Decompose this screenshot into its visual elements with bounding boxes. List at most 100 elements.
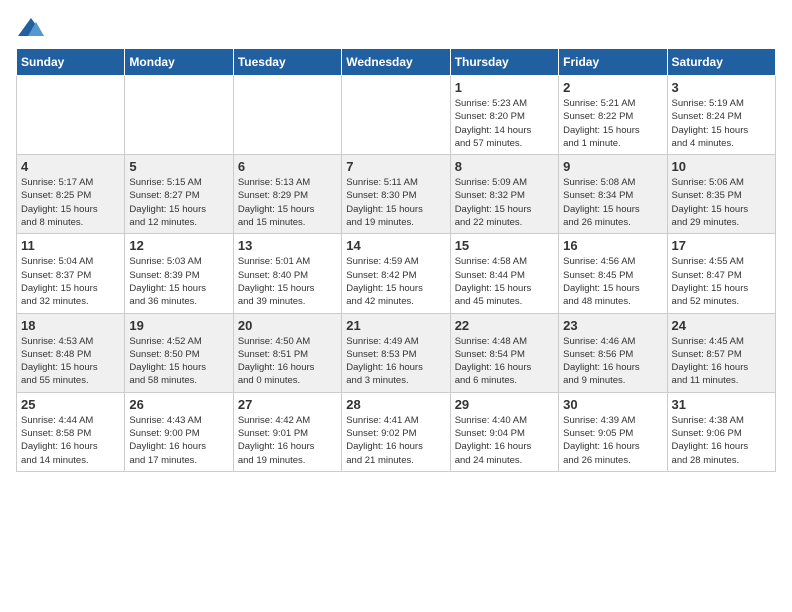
day-number: 30 <box>563 397 662 412</box>
day-number: 27 <box>238 397 337 412</box>
day-number: 10 <box>672 159 771 174</box>
day-info: Sunrise: 4:55 AM Sunset: 8:47 PM Dayligh… <box>672 255 771 308</box>
day-number: 24 <box>672 318 771 333</box>
day-info: Sunrise: 4:40 AM Sunset: 9:04 PM Dayligh… <box>455 414 554 467</box>
day-info: Sunrise: 5:09 AM Sunset: 8:32 PM Dayligh… <box>455 176 554 229</box>
day-number: 14 <box>346 238 445 253</box>
calendar-cell <box>17 76 125 155</box>
calendar-cell: 27 Sunrise: 4:42 AM Sunset: 9:01 PM Dayli… <box>233 392 341 471</box>
page-header <box>16 16 776 40</box>
day-info: Sunrise: 5:04 AM Sunset: 8:37 PM Dayligh… <box>21 255 120 308</box>
day-number: 21 <box>346 318 445 333</box>
day-info: Sunrise: 4:42 AM Sunset: 9:01 PM Dayligh… <box>238 414 337 467</box>
weekday-header-wednesday: Wednesday <box>342 49 450 76</box>
calendar-table: SundayMondayTuesdayWednesdayThursdayFrid… <box>16 48 776 472</box>
calendar-cell: 18 Sunrise: 4:53 AM Sunset: 8:48 PM Dayli… <box>17 313 125 392</box>
day-info: Sunrise: 5:15 AM Sunset: 8:27 PM Dayligh… <box>129 176 228 229</box>
day-info: Sunrise: 5:01 AM Sunset: 8:40 PM Dayligh… <box>238 255 337 308</box>
day-number: 1 <box>455 80 554 95</box>
day-info: Sunrise: 5:08 AM Sunset: 8:34 PM Dayligh… <box>563 176 662 229</box>
day-number: 12 <box>129 238 228 253</box>
day-info: Sunrise: 4:56 AM Sunset: 8:45 PM Dayligh… <box>563 255 662 308</box>
day-info: Sunrise: 4:45 AM Sunset: 8:57 PM Dayligh… <box>672 335 771 388</box>
day-info: Sunrise: 5:06 AM Sunset: 8:35 PM Dayligh… <box>672 176 771 229</box>
day-number: 26 <box>129 397 228 412</box>
calendar-cell: 8 Sunrise: 5:09 AM Sunset: 8:32 PM Daylig… <box>450 155 558 234</box>
weekday-header-tuesday: Tuesday <box>233 49 341 76</box>
day-info: Sunrise: 5:23 AM Sunset: 8:20 PM Dayligh… <box>455 97 554 150</box>
day-info: Sunrise: 5:19 AM Sunset: 8:24 PM Dayligh… <box>672 97 771 150</box>
calendar-cell <box>233 76 341 155</box>
calendar-cell: 14 Sunrise: 4:59 AM Sunset: 8:42 PM Dayli… <box>342 234 450 313</box>
day-number: 16 <box>563 238 662 253</box>
day-info: Sunrise: 4:50 AM Sunset: 8:51 PM Dayligh… <box>238 335 337 388</box>
logo <box>16 16 50 40</box>
day-number: 18 <box>21 318 120 333</box>
day-info: Sunrise: 4:48 AM Sunset: 8:54 PM Dayligh… <box>455 335 554 388</box>
weekday-header-monday: Monday <box>125 49 233 76</box>
day-number: 11 <box>21 238 120 253</box>
weekday-header-saturday: Saturday <box>667 49 775 76</box>
day-number: 28 <box>346 397 445 412</box>
day-info: Sunrise: 4:39 AM Sunset: 9:05 PM Dayligh… <box>563 414 662 467</box>
day-info: Sunrise: 4:53 AM Sunset: 8:48 PM Dayligh… <box>21 335 120 388</box>
calendar-cell: 5 Sunrise: 5:15 AM Sunset: 8:27 PM Daylig… <box>125 155 233 234</box>
day-number: 7 <box>346 159 445 174</box>
calendar-cell: 24 Sunrise: 4:45 AM Sunset: 8:57 PM Dayli… <box>667 313 775 392</box>
day-info: Sunrise: 4:59 AM Sunset: 8:42 PM Dayligh… <box>346 255 445 308</box>
calendar-cell <box>125 76 233 155</box>
day-number: 3 <box>672 80 771 95</box>
day-info: Sunrise: 4:52 AM Sunset: 8:50 PM Dayligh… <box>129 335 228 388</box>
day-number: 23 <box>563 318 662 333</box>
calendar-cell: 30 Sunrise: 4:39 AM Sunset: 9:05 PM Dayli… <box>559 392 667 471</box>
day-info: Sunrise: 5:03 AM Sunset: 8:39 PM Dayligh… <box>129 255 228 308</box>
calendar-cell: 6Sunrise: 5:13 AM Sunset: 8:29 PM Daylig… <box>233 155 341 234</box>
calendar-cell: 4Sunrise: 5:17 AM Sunset: 8:25 PM Daylig… <box>17 155 125 234</box>
calendar-cell: 9 Sunrise: 5:08 AM Sunset: 8:34 PM Daylig… <box>559 155 667 234</box>
day-info: Sunrise: 4:44 AM Sunset: 8:58 PM Dayligh… <box>21 414 120 467</box>
calendar-cell: 28 Sunrise: 4:41 AM Sunset: 9:02 PM Dayli… <box>342 392 450 471</box>
day-number: 15 <box>455 238 554 253</box>
weekday-header-sunday: Sunday <box>17 49 125 76</box>
day-number: 13 <box>238 238 337 253</box>
calendar-cell: 11 Sunrise: 5:04 AM Sunset: 8:37 PM Dayli… <box>17 234 125 313</box>
day-info: Sunrise: 4:46 AM Sunset: 8:56 PM Dayligh… <box>563 335 662 388</box>
day-info: Sunrise: 5:13 AM Sunset: 8:29 PM Dayligh… <box>238 176 337 229</box>
calendar-cell: 23 Sunrise: 4:46 AM Sunset: 8:56 PM Dayli… <box>559 313 667 392</box>
day-number: 5 <box>129 159 228 174</box>
calendar-cell: 22 Sunrise: 4:48 AM Sunset: 8:54 PM Dayli… <box>450 313 558 392</box>
calendar-cell: 2 Sunrise: 5:21 AM Sunset: 8:22 PM Daylig… <box>559 76 667 155</box>
day-number: 8 <box>455 159 554 174</box>
day-info: Sunrise: 5:21 AM Sunset: 8:22 PM Dayligh… <box>563 97 662 150</box>
weekday-header-thursday: Thursday <box>450 49 558 76</box>
day-info: Sunrise: 4:49 AM Sunset: 8:53 PM Dayligh… <box>346 335 445 388</box>
calendar-cell: 15 Sunrise: 4:58 AM Sunset: 8:44 PM Dayli… <box>450 234 558 313</box>
day-number: 22 <box>455 318 554 333</box>
calendar-cell: 20Sunrise: 4:50 AM Sunset: 8:51 PM Dayli… <box>233 313 341 392</box>
day-info: Sunrise: 5:17 AM Sunset: 8:25 PM Dayligh… <box>21 176 120 229</box>
day-info: Sunrise: 4:38 AM Sunset: 9:06 PM Dayligh… <box>672 414 771 467</box>
day-number: 2 <box>563 80 662 95</box>
calendar-cell: 13 Sunrise: 5:01 AM Sunset: 8:40 PM Dayli… <box>233 234 341 313</box>
calendar-cell: 29 Sunrise: 4:40 AM Sunset: 9:04 PM Dayli… <box>450 392 558 471</box>
day-number: 25 <box>21 397 120 412</box>
day-number: 9 <box>563 159 662 174</box>
calendar-cell: 16 Sunrise: 4:56 AM Sunset: 8:45 PM Dayli… <box>559 234 667 313</box>
calendar-cell: 7 Sunrise: 5:11 AM Sunset: 8:30 PM Daylig… <box>342 155 450 234</box>
calendar-cell: 25 Sunrise: 4:44 AM Sunset: 8:58 PM Dayli… <box>17 392 125 471</box>
calendar-cell: 12 Sunrise: 5:03 AM Sunset: 8:39 PM Dayli… <box>125 234 233 313</box>
day-info: Sunrise: 4:41 AM Sunset: 9:02 PM Dayligh… <box>346 414 445 467</box>
logo-icon <box>16 16 46 40</box>
day-number: 17 <box>672 238 771 253</box>
calendar-cell: 26 Sunrise: 4:43 AM Sunset: 9:00 PM Dayli… <box>125 392 233 471</box>
day-number: 31 <box>672 397 771 412</box>
day-info: Sunrise: 4:43 AM Sunset: 9:00 PM Dayligh… <box>129 414 228 467</box>
day-number: 29 <box>455 397 554 412</box>
calendar-cell: 3 Sunrise: 5:19 AM Sunset: 8:24 PM Daylig… <box>667 76 775 155</box>
calendar-cell: 21 Sunrise: 4:49 AM Sunset: 8:53 PM Dayli… <box>342 313 450 392</box>
day-info: Sunrise: 4:58 AM Sunset: 8:44 PM Dayligh… <box>455 255 554 308</box>
calendar-cell <box>342 76 450 155</box>
day-info: Sunrise: 5:11 AM Sunset: 8:30 PM Dayligh… <box>346 176 445 229</box>
calendar-cell: 10 Sunrise: 5:06 AM Sunset: 8:35 PM Dayli… <box>667 155 775 234</box>
calendar-cell: 17 Sunrise: 4:55 AM Sunset: 8:47 PM Dayli… <box>667 234 775 313</box>
